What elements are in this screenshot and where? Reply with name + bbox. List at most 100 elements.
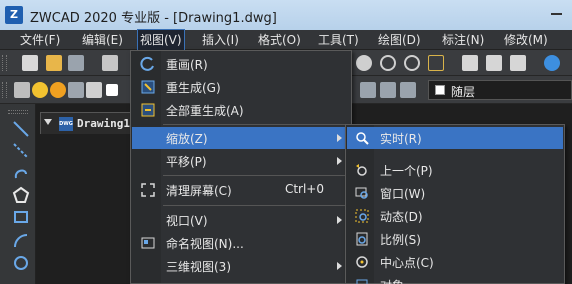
zoom-realtime-icon (354, 130, 370, 146)
regen-all-icon (140, 102, 156, 118)
submenu-item-zoom-scale[interactable]: 比例(S) (347, 228, 563, 250)
toolbar-grip[interactable] (2, 55, 7, 71)
menu-item-redraw[interactable]: 重画(R) (132, 53, 350, 75)
view-menu-dropdown: 重画(R) 重生成(G) 全部重生成(A) 缩放(Z) 平移(P) 清理屏幕(C… (130, 50, 352, 284)
help-icon[interactable] (544, 55, 560, 71)
menu-draw[interactable]: 绘图(D) (376, 30, 423, 50)
menu-item-viewports[interactable]: 视口(V) (132, 209, 350, 231)
menu-item-shortcut: Ctrl+0 (284, 182, 324, 196)
draw-toolbar (0, 104, 36, 284)
submenu-item-zoom-realtime[interactable]: 实时(R) (347, 127, 563, 149)
zoom-previous-icon (354, 162, 370, 178)
submenu-arrow-icon (337, 134, 342, 142)
submenu-item-zoom-previous[interactable]: 上一个(P) (347, 159, 563, 181)
submenu-item-zoom-center[interactable]: 中心点(C) (347, 251, 563, 273)
menu-item-label: 全部重生成(A) (166, 104, 244, 118)
menu-item-3d-views[interactable]: 三维视图(3) (132, 255, 350, 277)
zoom-dynamic-icon (354, 208, 370, 224)
minimize-icon (551, 13, 562, 15)
zoom-realtime-toolbar-icon[interactable] (380, 55, 396, 71)
zoom-submenu: 实时(R) 上一个(P) 窗口(W) 动态(D) 比例(S) 中心点(C) 对象 (345, 124, 565, 284)
submenu-arrow-icon (337, 262, 342, 270)
submenu-item-zoom-object[interactable]: 对象 (347, 274, 563, 284)
lock-icon[interactable] (68, 82, 84, 98)
pan-hand-icon[interactable] (356, 55, 372, 71)
ray-icon[interactable] (12, 142, 30, 160)
sun-icon[interactable] (50, 82, 66, 98)
arc-icon[interactable] (12, 232, 30, 250)
submenu-item-zoom-dynamic[interactable]: 动态(D) (347, 205, 563, 227)
zoom-window-icon (354, 185, 370, 201)
menu-separator (163, 175, 349, 176)
title-bar: Z ZWCAD 2020 专业版 - [Drawing1.dwg] (0, 0, 572, 30)
toolbar-grip[interactable] (8, 110, 28, 114)
layer-walk-icon[interactable] (380, 82, 396, 98)
named-view-icon (140, 235, 156, 251)
document-tab[interactable]: DWG Drawing1. (40, 112, 140, 134)
menu-tools[interactable]: 工具(T) (316, 30, 361, 50)
menu-dimension[interactable]: 标注(N) (440, 30, 486, 50)
menu-item-label: 视口(V) (166, 214, 208, 228)
layer-previous-icon[interactable] (86, 82, 102, 98)
menu-item-label: 三维视图(3) (166, 260, 231, 274)
line-icon[interactable] (12, 120, 30, 138)
layer-state-icon[interactable] (360, 82, 376, 98)
tool-palette-icon[interactable] (510, 55, 526, 71)
menu-item-pan[interactable]: 平移(P) (132, 150, 350, 172)
menu-item-regen[interactable]: 重生成(G) (132, 76, 350, 98)
print-icon[interactable] (102, 55, 118, 71)
design-center-icon[interactable] (486, 55, 502, 71)
rectangle-icon[interactable] (12, 208, 30, 226)
menu-bar: 文件(F) 编辑(E) 视图(V) 插入(I) 格式(O) 工具(T) 绘图(D… (0, 29, 572, 51)
clean-screen-icon (140, 182, 156, 198)
menu-item-regen-all[interactable]: 全部重生成(A) (132, 99, 350, 121)
minimize-button[interactable] (542, 2, 572, 22)
menu-format[interactable]: 格式(O) (256, 30, 303, 50)
submenu-item-label: 对象 (380, 277, 404, 284)
layer-select-value: 随层 (451, 85, 476, 99)
menu-item-label: 缩放(Z) (166, 132, 208, 146)
properties-icon[interactable] (462, 55, 478, 71)
menu-item-label: 清理屏幕(C) (166, 184, 232, 198)
layer-manager-icon[interactable] (14, 82, 30, 98)
app-logo-icon: Z (5, 6, 23, 24)
submenu-item-label: 窗口(W) (380, 187, 426, 201)
submenu-item-label: 实时(R) (380, 132, 422, 146)
menu-item-label: 重生成(G) (166, 81, 221, 95)
zoom-window-toolbar-icon[interactable] (404, 55, 420, 71)
new-file-icon[interactable] (22, 55, 38, 71)
caret-down-icon[interactable] (44, 119, 52, 125)
redraw-icon (140, 56, 156, 72)
open-folder-icon[interactable] (46, 55, 62, 71)
zoom-object-icon (354, 277, 370, 284)
menu-item-label: 命名视图(N)... (166, 237, 244, 251)
zoom-previous-toolbar-icon[interactable] (428, 55, 444, 71)
submenu-item-label: 上一个(P) (380, 164, 433, 178)
menu-file[interactable]: 文件(F) (18, 30, 62, 50)
layer-select[interactable]: 随层 (428, 80, 572, 100)
submenu-item-label: 比例(S) (380, 233, 421, 247)
menu-separator (163, 205, 349, 206)
color-swatch-icon[interactable] (106, 84, 118, 96)
submenu-arrow-icon (337, 157, 342, 165)
menu-item-clean-screen[interactable]: 清理屏幕(C) Ctrl+0 (132, 179, 350, 201)
submenu-item-label: 动态(D) (380, 210, 423, 224)
light-bulb-icon[interactable] (32, 82, 48, 98)
save-icon[interactable] (68, 55, 84, 71)
circle-icon[interactable] (12, 254, 30, 272)
menu-item-zoom[interactable]: 缩放(Z) (132, 127, 350, 149)
menu-view[interactable]: 视图(V) (137, 29, 185, 51)
submenu-arrow-icon (337, 216, 342, 224)
polyline-icon[interactable] (12, 164, 30, 182)
menu-edit[interactable]: 编辑(E) (80, 30, 125, 50)
menu-insert[interactable]: 插入(I) (200, 30, 241, 50)
submenu-item-zoom-window[interactable]: 窗口(W) (347, 182, 563, 204)
toolbar-grip[interactable] (2, 82, 7, 98)
layer-isolate-icon[interactable] (400, 82, 416, 98)
polygon-icon[interactable] (12, 186, 30, 204)
regen-icon (140, 79, 156, 95)
zoom-scale-icon (354, 231, 370, 247)
menu-modify[interactable]: 修改(M) (502, 30, 550, 50)
menu-item-named-views[interactable]: 命名视图(N)... (132, 232, 350, 254)
menu-item-label: 重画(R) (166, 58, 208, 72)
